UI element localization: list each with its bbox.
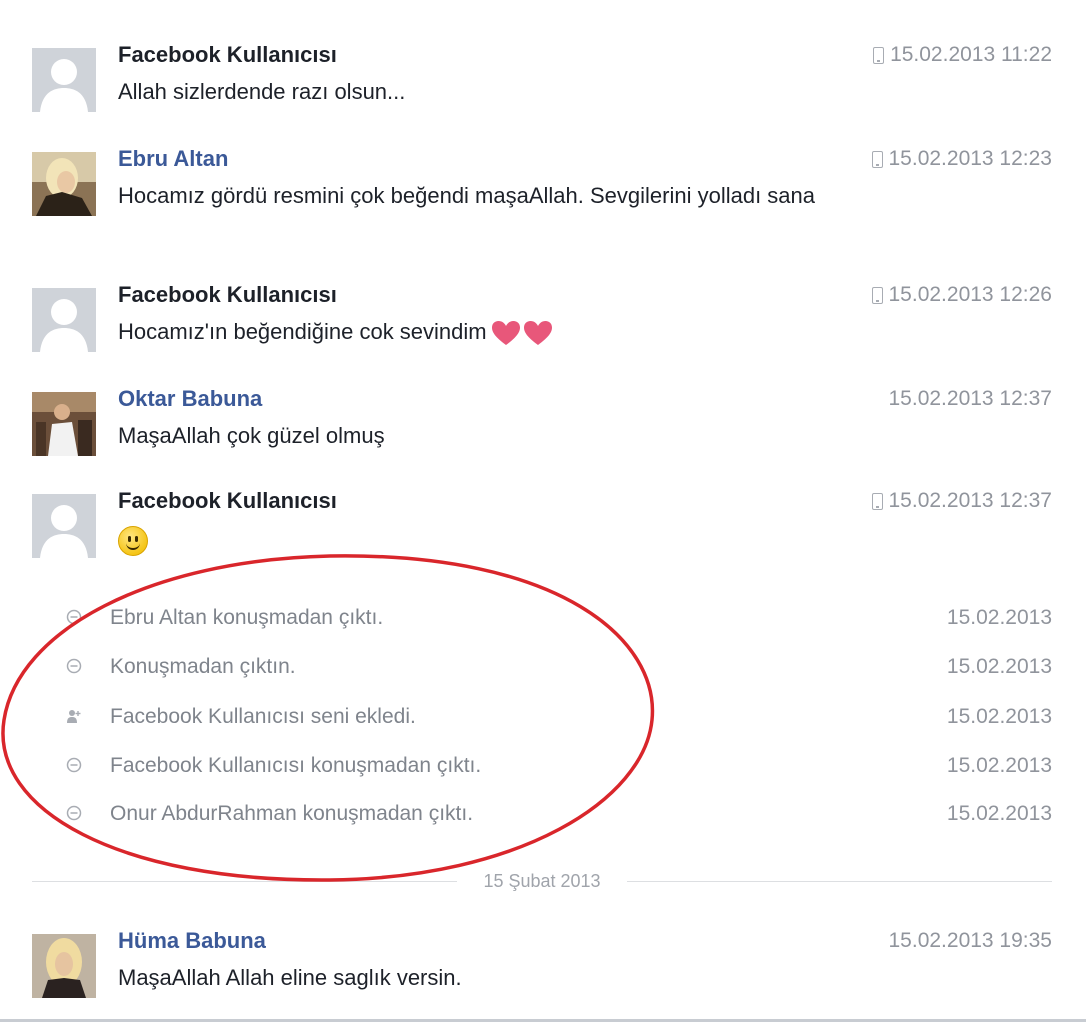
message-thread: Facebook Kullanıcısı 15.02.2013 11:22 Al…: [0, 0, 1086, 1022]
message-timestamp: 15.02.2013 12:37: [871, 486, 1052, 516]
heart-emoji-icon: [491, 320, 553, 346]
message-text: Hocamız'ın beğendiğine cok sevindim: [118, 314, 908, 349]
event-row: Ebru Altan konuşmadan çıktı. 15.02.2013: [66, 603, 1052, 633]
smiley-emoji-icon: [118, 526, 148, 556]
event-date: 15.02.2013: [946, 705, 1052, 728]
message-text: Allah sizlerdende razı olsun...: [118, 79, 406, 104]
message-timestamp: 15.02.2013 12:26: [871, 280, 1052, 310]
message-timestamp: 15.02.2013 12:37: [888, 387, 1053, 410]
message-text: Hocamız gördü resmini çok beğendi maşaAl…: [118, 183, 816, 208]
event-date: 15.02.2013: [946, 802, 1052, 825]
divider-line: [627, 881, 1052, 882]
date-divider: 15 Şubat 2013: [32, 866, 1052, 896]
event-text: Onur AbdurRahman konuşmadan çıktı.: [110, 802, 474, 825]
leave-icon: [66, 609, 82, 625]
sender-name[interactable]: Facebook Kullanıcısı: [118, 40, 337, 70]
photo-avatar[interactable]: [32, 152, 96, 216]
mobile-phone-icon: [871, 286, 883, 304]
sender-name[interactable]: Facebook Kullanıcısı: [118, 486, 337, 516]
event-date: 15.02.2013: [946, 655, 1052, 678]
event-text: Konuşmadan çıktın.: [110, 655, 296, 678]
message-text: MaşaAllah çok güzel olmuş: [118, 423, 385, 448]
event-date: 15.02.2013: [946, 754, 1052, 777]
mobile-phone-icon: [873, 46, 885, 64]
photo-avatar[interactable]: [32, 934, 96, 998]
sender-name[interactable]: Ebru Altan: [118, 144, 228, 174]
divider-line: [32, 881, 457, 882]
leave-icon: [66, 805, 82, 821]
mobile-phone-icon: [871, 492, 883, 510]
default-avatar[interactable]: [32, 288, 96, 352]
message-timestamp: 15.02.2013 11:22: [873, 40, 1052, 70]
event-text: Facebook Kullanıcısı seni ekledi.: [110, 705, 416, 728]
message-text: [118, 526, 908, 566]
default-avatar[interactable]: [32, 48, 96, 112]
event-row: Konuşmadan çıktın. 15.02.2013: [66, 652, 1052, 682]
leave-icon: [66, 757, 82, 773]
message-text: MaşaAllah Allah eline saglık versin.: [118, 965, 462, 990]
event-text: Facebook Kullanıcısı konuşmadan çıktı.: [110, 754, 482, 777]
date-divider-label: 15 Şubat 2013: [483, 871, 601, 891]
event-row: Onur AbdurRahman konuşmadan çıktı. 15.02…: [66, 799, 1052, 829]
sender-name[interactable]: Oktar Babuna: [118, 384, 262, 414]
sender-name[interactable]: Hüma Babuna: [118, 926, 266, 956]
mobile-phone-icon: [871, 150, 883, 168]
event-date: 15.02.2013: [946, 606, 1052, 629]
leave-icon: [66, 658, 82, 674]
default-avatar[interactable]: [32, 494, 96, 558]
add-person-icon: [67, 710, 81, 723]
message-timestamp: 15.02.2013 12:23: [871, 144, 1052, 174]
photo-avatar[interactable]: [32, 392, 96, 456]
event-text: Ebru Altan konuşmadan çıktı.: [110, 606, 384, 629]
message-timestamp: 15.02.2013 19:35: [888, 929, 1053, 952]
event-row: Facebook Kullanıcısı seni ekledi. 15.02.…: [66, 702, 1052, 732]
sender-name[interactable]: Facebook Kullanıcısı: [118, 280, 337, 310]
event-row: Facebook Kullanıcısı konuşmadan çıktı. 1…: [66, 751, 1052, 781]
